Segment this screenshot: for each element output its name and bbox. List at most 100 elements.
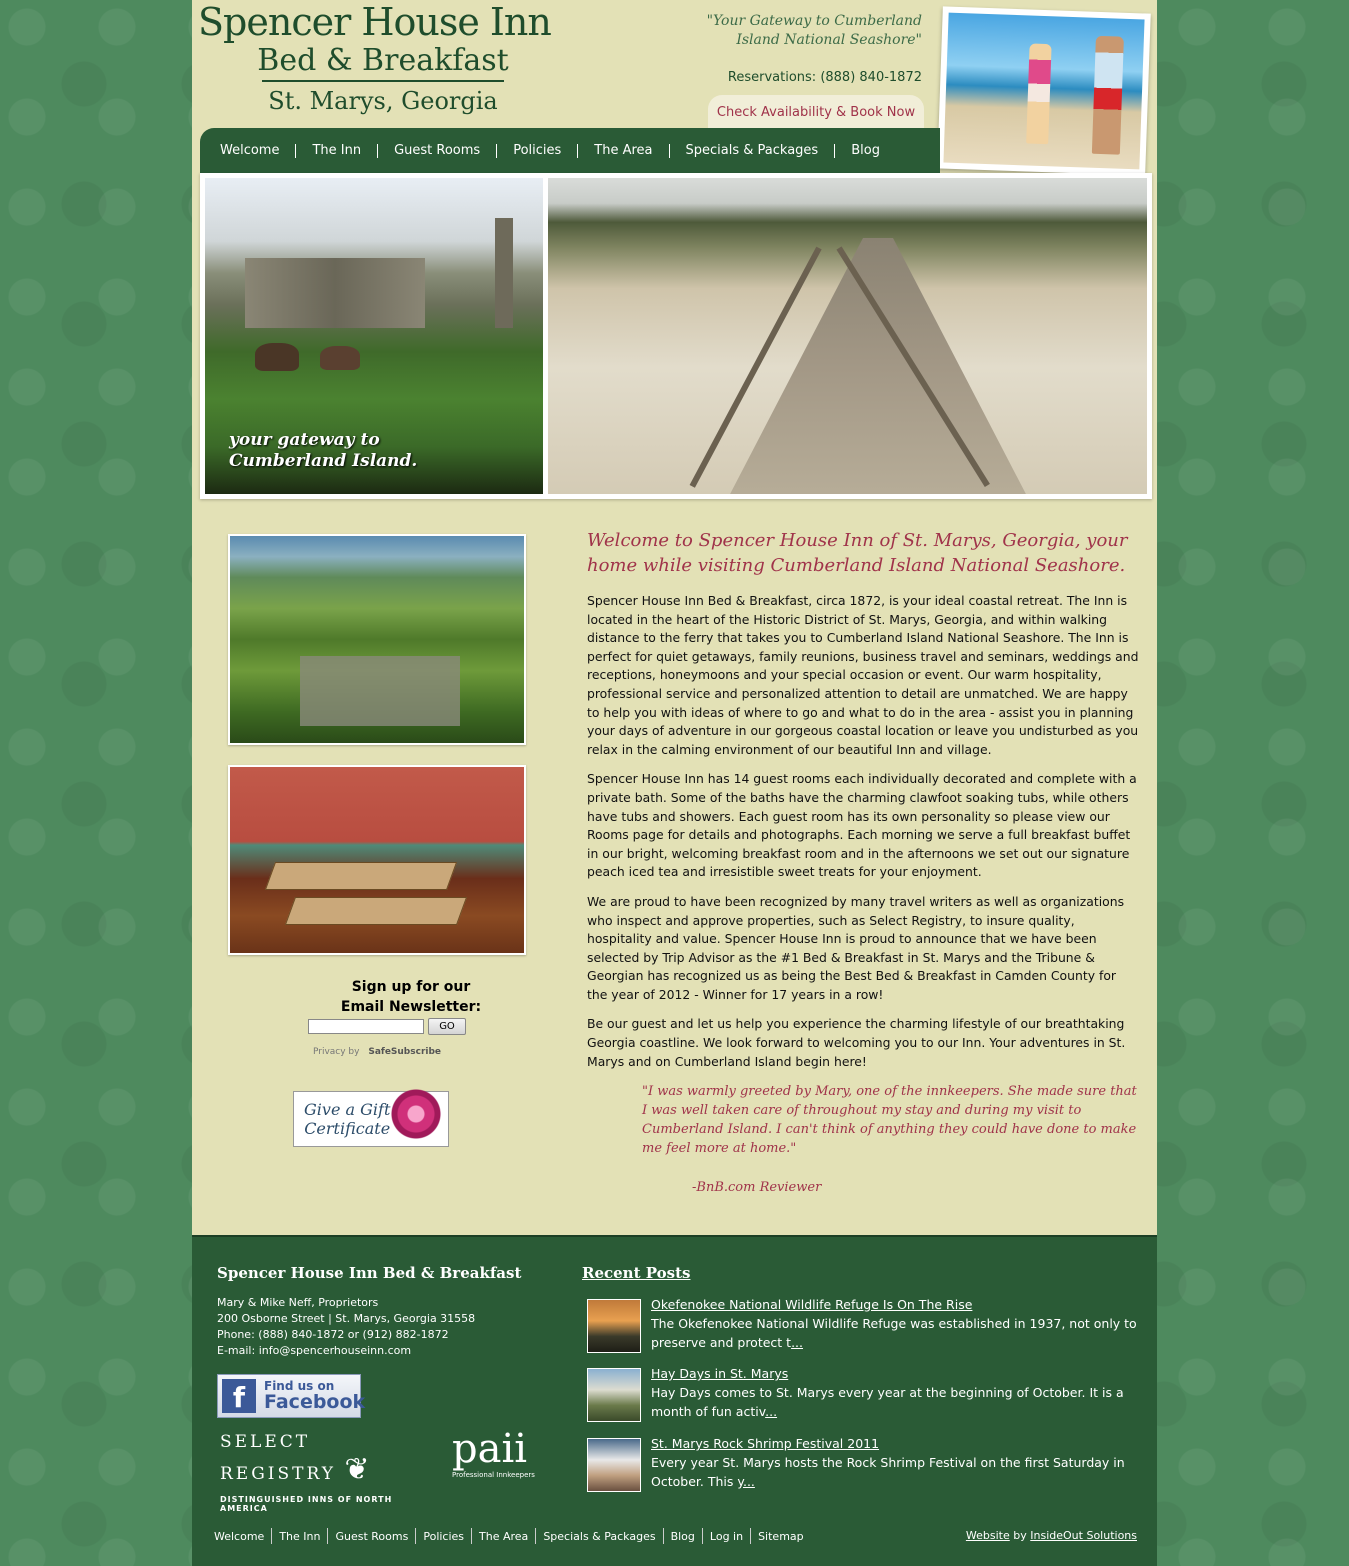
- paii-logo[interactable]: paii Professional Innkeepers: [452, 1429, 552, 1484]
- horse-1: [255, 343, 299, 371]
- read-more-link[interactable]: ...: [765, 1404, 777, 1419]
- credit-by: by: [1013, 1529, 1027, 1542]
- footer-nav-specials-packages[interactable]: Specials & Packages: [536, 1530, 662, 1543]
- newsletter-form: GO: [248, 1018, 526, 1035]
- post-title[interactable]: St. Marys Rock Shrimp Festival 2011: [651, 1436, 879, 1451]
- intro-paragraph: Spencer House Inn Bed & Breakfast, circa…: [587, 593, 1139, 757]
- beach-couple-photo: [937, 6, 1151, 176]
- footer-nav-guest-rooms[interactable]: Guest Rooms: [328, 1530, 415, 1543]
- footer-nav-the-area[interactable]: The Area: [472, 1530, 535, 1543]
- horse-2: [320, 346, 360, 370]
- facebook-text: Find us on Facebook: [264, 1379, 365, 1412]
- post-title[interactable]: Okefenokee National Wildlife Refuge Is O…: [651, 1297, 972, 1312]
- nav-blog[interactable]: Blog: [843, 143, 888, 158]
- footer: Spencer House Inn Bed & Breakfast Mary &…: [192, 1235, 1157, 1566]
- tagline-line-2: Island National Seashore": [736, 32, 922, 48]
- safesubscribe-logo[interactable]: SafeSubscribe: [368, 1047, 441, 1057]
- main-nav: Welcome The Inn Guest Rooms Policies The…: [200, 128, 940, 173]
- nav-guest-rooms[interactable]: Guest Rooms: [386, 143, 488, 158]
- recognition-paragraph: We are proud to have been recognized by …: [587, 893, 1125, 1002]
- woman-figure: [1026, 43, 1052, 145]
- gift-line-1: Give a Gift: [304, 1100, 391, 1119]
- nav-the-inn[interactable]: The Inn: [304, 143, 369, 158]
- nav-separator: [377, 143, 379, 158]
- header: Spencer House Inn Bed & Breakfast St. Ma…: [192, 0, 1157, 176]
- nav-separator: [496, 143, 498, 158]
- newsletter-go-button[interactable]: GO: [428, 1018, 466, 1035]
- credit-company-link[interactable]: InsideOut Solutions: [1030, 1529, 1137, 1542]
- nav-welcome[interactable]: Welcome: [212, 143, 287, 158]
- recent-posts-title[interactable]: Recent Posts: [582, 1264, 690, 1282]
- logo-title: Spencer House Inn: [198, 0, 552, 44]
- select-registry-logo[interactable]: SELECT REGISTRY ❦ DISTINGUISHED INNS OF …: [220, 1432, 430, 1513]
- nav-specials-packages[interactable]: Specials & Packages: [678, 143, 827, 158]
- main-content: Welcome to Spencer House Inn of St. Mary…: [587, 528, 1139, 1195]
- footer-nav-blog[interactable]: Blog: [664, 1530, 702, 1543]
- gift-certificate-button[interactable]: Give a Gift Certificate: [293, 1086, 449, 1147]
- select-registry-tagline: DISTINGUISHED INNS OF NORTH AMERICA: [220, 1495, 393, 1513]
- paii-mark: paii: [452, 1426, 528, 1472]
- footer-nav-log-in[interactable]: Log in: [703, 1530, 750, 1543]
- hero-boardwalk-photo: [548, 178, 1147, 494]
- page-wrapper: Spencer House Inn Bed & Breakfast St. Ma…: [192, 0, 1157, 1566]
- hero-caption-line-2: Cumberland Island.: [229, 451, 418, 471]
- footer-nav-sitemap[interactable]: Sitemap: [751, 1530, 811, 1543]
- post-thumbnail[interactable]: [587, 1438, 641, 1492]
- hero-ruins-photo: your gateway to Cumberland Island.: [205, 178, 543, 494]
- footer-address: 200 Osborne Street | St. Marys, Georgia …: [217, 1312, 476, 1325]
- credit-website-link[interactable]: Website: [966, 1529, 1010, 1542]
- tagline: "Your Gateway to Cumberland Island Natio…: [662, 12, 922, 50]
- island-aerial-photo: [228, 534, 526, 745]
- footer-nav-policies[interactable]: Policies: [416, 1530, 471, 1543]
- paii-tagline: Professional Innkeepers: [452, 1471, 535, 1479]
- beach-scene: [943, 12, 1145, 170]
- check-availability-button[interactable]: Check Availability & Book Now: [708, 95, 924, 128]
- privacy-notice: Privacy by SafeSubscribe: [228, 1047, 526, 1057]
- ruin-tower: [495, 218, 513, 328]
- closing-paragraph: Be our guest and let us help you experie…: [587, 1016, 1126, 1069]
- logo-rule: [262, 80, 504, 82]
- post-thumbnail[interactable]: [587, 1299, 641, 1353]
- nav-separator: [668, 143, 670, 158]
- facebook-icon: f: [222, 1379, 256, 1414]
- dining-table: [264, 862, 458, 890]
- logo-location: St. Marys, Georgia: [268, 87, 498, 115]
- nav-policies[interactable]: Policies: [505, 143, 569, 158]
- footer-email[interactable]: E-mail: info@spencerhouseinn.com: [217, 1343, 475, 1359]
- site-logo[interactable]: Spencer House Inn Bed & Breakfast St. Ma…: [198, 2, 568, 116]
- newsletter-title: Sign up for our Email Newsletter:: [340, 979, 482, 1015]
- footer-nav-the-inn[interactable]: The Inn: [272, 1530, 327, 1543]
- facebook-button[interactable]: f Find us on Facebook: [217, 1374, 365, 1418]
- nav-the-area[interactable]: The Area: [586, 143, 660, 158]
- hero-caption: your gateway to Cumberland Island.: [229, 430, 417, 472]
- reservations-phone: Reservations: (888) 840-1872: [727, 70, 922, 85]
- nav-separator: [577, 143, 579, 158]
- footer-nav-welcome[interactable]: Welcome: [210, 1530, 271, 1543]
- man-figure: [1091, 35, 1124, 155]
- site-credits: Website by InsideOut Solutions: [966, 1529, 1137, 1542]
- post-thumbnail[interactable]: [587, 1368, 641, 1422]
- footer-nav: Welcome The Inn Guest Rooms Policies The…: [210, 1528, 811, 1544]
- recent-post: St. Marys Rock Shrimp Festival 2011 Ever…: [587, 1436, 1142, 1494]
- testimonial-author: -BnB.com Reviewer: [692, 1180, 822, 1196]
- feather-icon: ❦: [344, 1452, 373, 1487]
- recent-post: Okefenokee National Wildlife Refuge Is O…: [587, 1297, 1142, 1355]
- post-title[interactable]: Hay Days in St. Marys: [651, 1366, 788, 1381]
- ruin-walls: [245, 258, 425, 328]
- boardwalk: [728, 238, 1028, 494]
- footer-contact: Mary & Mike Neff, Proprietors 200 Osborn…: [217, 1295, 475, 1359]
- read-more-link[interactable]: ...: [791, 1335, 803, 1350]
- dining-room-photo: [228, 765, 526, 955]
- nav-separator: [295, 143, 297, 158]
- nav-separator: [834, 143, 836, 158]
- footer-proprietors: Mary & Mike Neff, Proprietors: [217, 1296, 379, 1309]
- facebook-big-text: Facebook: [264, 1391, 366, 1413]
- post-excerpt: Hay Days comes to St. Marys every year a…: [651, 1385, 1124, 1419]
- read-more-link[interactable]: ...: [743, 1474, 755, 1489]
- newsletter-email-input[interactable]: [308, 1019, 424, 1034]
- gift-bow-icon: [388, 1086, 444, 1142]
- footer-title: Spencer House Inn Bed & Breakfast: [217, 1264, 522, 1282]
- sidebar: Sign up for our Email Newsletter: GO Pri…: [228, 534, 526, 1147]
- welcome-heading: Welcome to Spencer House Inn of St. Mary…: [587, 530, 1128, 576]
- tagline-line-1: "Your Gateway to Cumberland: [706, 13, 922, 29]
